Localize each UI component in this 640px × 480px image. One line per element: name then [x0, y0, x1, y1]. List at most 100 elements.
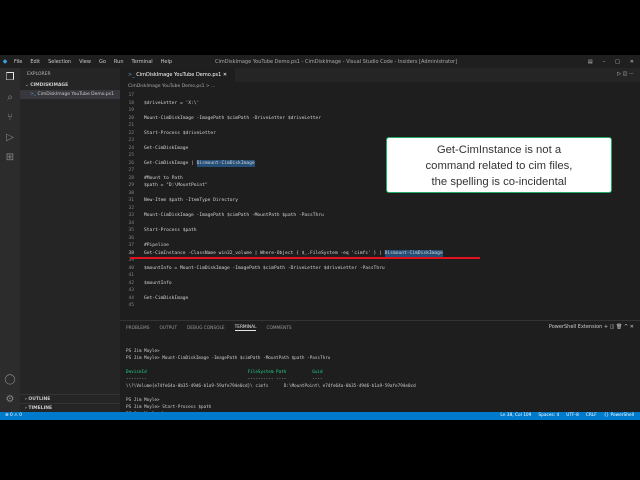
breadcrumb[interactable]: CimDiskImage YouTube Demo.ps1 > ...	[120, 82, 640, 92]
account-icon[interactable]: ◯	[0, 370, 20, 390]
terminal-shell-selector[interactable]: PowerShell Extension	[549, 324, 602, 330]
close-panel-icon[interactable]: ✕	[630, 324, 634, 330]
file-item[interactable]: >_ CimDiskImage YouTube Demo.ps1	[20, 90, 120, 99]
split-editor-icon[interactable]: ◫	[623, 71, 628, 77]
code-line: 33 Mount-CimDiskImage -ImagePath $cimPath…	[120, 212, 640, 220]
code-line: 36	[120, 235, 640, 243]
split-terminal-icon[interactable]: ◫	[610, 324, 615, 330]
line-number: 19	[128, 108, 134, 113]
timeline-label: TIMELINE	[28, 406, 53, 411]
red-underline-annotation	[130, 257, 480, 259]
maximize-panel-icon[interactable]: ^	[624, 324, 628, 330]
line-number: 26	[128, 160, 134, 166]
line-text: #Mount to Path	[144, 175, 183, 181]
maximize-button[interactable]: □	[615, 59, 620, 65]
line-text: $driveLetter = 'X:\'	[144, 100, 200, 106]
menu-bar: File Edit Selection View Go Run Terminal Help	[10, 59, 176, 65]
status-item[interactable]: {} PowerShell	[604, 412, 634, 420]
line-number: 31	[128, 198, 134, 203]
line-number: 25	[128, 153, 134, 158]
menu-item-file[interactable]: File	[14, 59, 22, 65]
tab-terminal[interactable]: TERMINAL	[234, 325, 257, 331]
line-text: Start-Process $driveLetter	[144, 130, 216, 136]
code-line: 18 $driveLetter = 'X:\'	[120, 100, 640, 108]
line-text: Mount-CimDiskImage -ImagePath $cimPath -…	[144, 213, 324, 218]
line-text: #Pipeline	[144, 243, 169, 248]
menu-item-selection[interactable]: Selection	[48, 59, 71, 65]
code-line: 31 New-Item $path -ItemType Directory	[120, 197, 640, 205]
code-line: 43	[120, 287, 640, 295]
tab-output[interactable]: OUTPUT	[159, 326, 177, 331]
line-text: Get-CimDiskImage	[144, 295, 189, 301]
callout-line: Get-CimInstance is not a	[436, 144, 562, 156]
line-number: 32	[128, 205, 134, 211]
add-terminal-icon[interactable]: +	[604, 324, 608, 330]
powershell-file-icon: >_	[128, 72, 135, 78]
run-debug-icon[interactable]: ▷	[0, 128, 20, 148]
explorer-sidebar: EXPLORER ⌄ CIMDISKIMAGE >_ CimDiskImage …	[20, 68, 120, 412]
menu-item-run[interactable]: Run	[114, 59, 124, 65]
terminal-output[interactable]: PS Jim Moyle> PS Jim Moyle> Mount-CimDisk…	[120, 335, 640, 424]
menu-item-go[interactable]: Go	[99, 59, 106, 65]
status-bar: ⊗ 0 ⚠ 0 Ln 38, Col 109 Spaces: 4 UTF-8 CRLF…	[0, 412, 640, 420]
code-line: 32	[120, 205, 640, 213]
file-label: CimDiskImage YouTube Demo.ps1	[37, 92, 114, 97]
line-number: 22	[128, 130, 134, 136]
tab-cimdiskimage-demo[interactable]: >_ CimDiskImage YouTube Demo.ps1 ✕	[120, 68, 236, 82]
status-item[interactable]: UTF-8	[566, 412, 579, 420]
search-icon[interactable]: ⌕	[0, 88, 20, 108]
callout-line: command related to cim files,	[425, 160, 573, 172]
line-number: 23	[128, 138, 134, 143]
status-item[interactable]: Ln 38, Col 109	[500, 412, 531, 420]
layout-icon[interactable]: ▤	[588, 59, 593, 65]
folder-cimdiskimage[interactable]: ⌄ CIMDISKIMAGE	[20, 81, 120, 90]
code-line: 40 $mountInfo = Mount-CimDiskImage -Image…	[120, 265, 640, 273]
trash-icon[interactable]: 🗑	[616, 324, 622, 330]
status-item[interactable]: Spaces: 4	[538, 412, 559, 420]
line-text: Get-CimInstance -ClassName win32_volume …	[144, 250, 385, 256]
more-icon[interactable]: ⋯	[629, 71, 634, 77]
line-number: 42	[128, 280, 134, 286]
gear-icon[interactable]: ⚙	[0, 390, 20, 410]
editor: >_ CimDiskImage YouTube Demo.ps1 ✕ ▷ ◫ ⋯…	[120, 68, 640, 320]
tab-problems[interactable]: PROBLEMS	[126, 326, 149, 331]
status-item[interactable]: CRLF	[586, 412, 597, 420]
close-button[interactable]: ✕	[630, 59, 634, 65]
tab-label: CimDiskImage YouTube Demo.ps1	[136, 72, 222, 78]
outline-section[interactable]: › OUTLINE	[20, 394, 120, 403]
line-number: 35	[128, 228, 134, 233]
code-line: 35 Start-Process $path	[120, 227, 640, 235]
terminal-line: DeviceId FileSystem Path Guid	[126, 370, 323, 375]
terminal-line: -------- ---------- ---- ----	[126, 377, 323, 382]
minimize-button[interactable]: –	[603, 59, 606, 65]
timeline-section[interactable]: › TIMELINE	[20, 403, 120, 412]
outline-label: OUTLINE	[28, 397, 51, 402]
extensions-icon[interactable]: ⊞	[0, 148, 20, 168]
tab-comments[interactable]: COMMENTS	[266, 326, 291, 331]
code-line: 37 #Pipeline	[120, 242, 640, 250]
line-text: New-Item $path -ItemType Directory	[144, 198, 239, 203]
powershell-file-icon: >_	[30, 92, 37, 97]
menu-item-help[interactable]: Help	[161, 59, 172, 65]
problems-status[interactable]: ⊗ 0 ⚠ 0	[5, 412, 22, 420]
code-line: 19	[120, 107, 640, 115]
close-tab-icon[interactable]: ✕	[223, 72, 227, 78]
code-area[interactable]: 17 18 $driveLetter = 'X:\' 19 20 Mount-CimDis…	[120, 92, 640, 310]
run-icon[interactable]: ▷	[617, 71, 621, 77]
code-line: 38 Get-CimInstance -ClassName win32_volum…	[120, 249, 640, 257]
terminal-line: PS Jim Moyle> Mount-CimDiskImage -ImageP…	[126, 356, 331, 361]
line-number: 38	[128, 250, 134, 256]
line-number: 37	[128, 243, 134, 248]
window-title: CimDiskImage YouTube Demo.ps1 - CimDiskI…	[215, 58, 458, 65]
menu-item-terminal[interactable]: Terminal	[132, 59, 153, 65]
line-text: Get-CimDiskImage	[144, 145, 189, 151]
tab-debug-console[interactable]: DEBUG CONSOLE	[187, 326, 225, 331]
code-line: 20 Mount-CimDiskImage -ImagePath $cimPath…	[120, 115, 640, 123]
line-number: 45	[128, 303, 134, 308]
code-line: 17	[120, 92, 640, 100]
explorer-icon[interactable]: ❐	[0, 68, 20, 88]
menu-item-edit[interactable]: Edit	[30, 59, 40, 65]
menu-item-view[interactable]: View	[79, 59, 91, 65]
source-control-icon[interactable]: ⑂	[0, 108, 20, 128]
